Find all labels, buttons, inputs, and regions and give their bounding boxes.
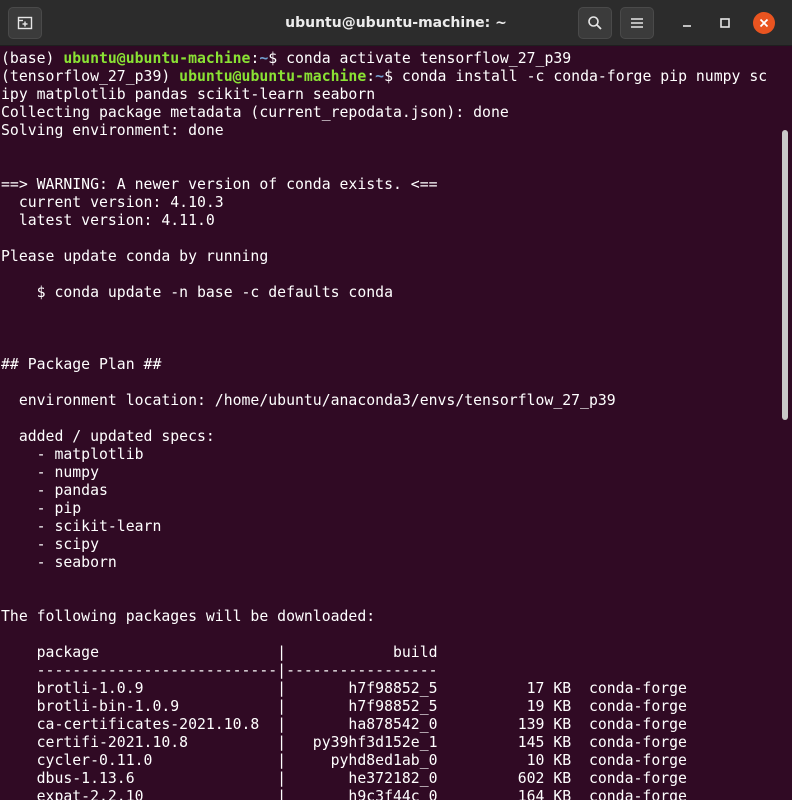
output-line: - scipy <box>1 536 99 553</box>
output-line: Collecting package metadata (current_rep… <box>1 104 509 121</box>
output-line: - scikit-learn <box>1 518 162 535</box>
output-line: cycler-0.11.0 | pyhd8ed1ab_0 10 KB conda… <box>1 752 687 769</box>
search-icon <box>588 16 602 30</box>
prompt-command: $ conda activate tensorflow_27_p39 <box>268 50 572 67</box>
output-line: - matplotlib <box>1 446 144 463</box>
output-line: The following packages will be downloade… <box>1 608 376 625</box>
output-line: ==> WARNING: A newer version of conda ex… <box>1 176 438 193</box>
prompt-line: (tensorflow_27_p39) ubuntu@ubuntu-machin… <box>1 68 767 86</box>
hamburger-menu-icon <box>631 18 643 28</box>
close-icon <box>759 18 769 28</box>
prompt-command: $ conda install -c conda-forge pip numpy… <box>384 68 768 85</box>
output-line: brotli-1.0.9 | h7f98852_5 17 KB conda-fo… <box>1 680 687 697</box>
terminal-output[interactable]: (base) ubuntu@ubuntu-machine:~$ conda ac… <box>0 46 780 800</box>
window-title: ubuntu@ubuntu-machine: ~ <box>285 15 507 31</box>
prompt-line: (base) ubuntu@ubuntu-machine:~$ conda ac… <box>1 50 571 68</box>
output-line: environment location: /home/ubuntu/anaco… <box>1 392 616 409</box>
output-line: ipy matplotlib pandas scikit-learn seabo… <box>1 86 376 103</box>
prompt-user-host: ubuntu@ubuntu-machine <box>63 50 251 67</box>
output-line: - seaborn <box>1 554 117 571</box>
minimize-icon <box>683 25 691 27</box>
output-line: $ conda update -n base -c defaults conda <box>1 284 393 301</box>
close-button[interactable] <box>753 12 775 34</box>
output-line: ca-certificates-2021.10.8 | ha878542_0 1… <box>1 716 687 733</box>
output-line: Please update conda by running <box>1 248 269 265</box>
output-line: latest version: 4.11.0 <box>1 212 215 229</box>
output-line: - pandas <box>1 482 108 499</box>
prompt-path: ~ <box>375 68 385 85</box>
prompt-env: (tensorflow_27_p39) <box>1 68 180 85</box>
title-bar: ubuntu@ubuntu-machine: ~ <box>0 0 792 46</box>
output-line: brotli-bin-1.0.9 | h7f98852_5 19 KB cond… <box>1 698 687 715</box>
maximize-button[interactable] <box>714 12 736 34</box>
output-line: certifi-2021.10.8 | py39hf3d152e_1 145 K… <box>1 734 687 751</box>
output-line: Solving environment: done <box>1 122 224 139</box>
search-button[interactable] <box>578 7 612 39</box>
scrollbar-thumb[interactable] <box>782 130 788 420</box>
output-line: current version: 4.10.3 <box>1 194 224 211</box>
output-line: - numpy <box>1 464 99 481</box>
scrollbar[interactable] <box>780 46 792 800</box>
output-line: added / updated specs: <box>1 428 215 445</box>
minimize-button[interactable] <box>676 12 698 34</box>
output-line: - pip <box>1 500 82 517</box>
new-tab-button[interactable] <box>8 7 42 39</box>
maximize-icon <box>720 18 730 28</box>
output-line: ## Package Plan ## <box>1 356 162 373</box>
output-line: dbus-1.13.6 | he372182_0 602 KB conda-fo… <box>1 770 687 787</box>
menu-button[interactable] <box>620 7 654 39</box>
output-line: ---------------------------|------------… <box>1 662 438 679</box>
prompt-env: (base) <box>1 50 64 67</box>
output-line: package | build <box>1 644 438 661</box>
new-tab-icon <box>17 16 33 30</box>
prompt-path: ~ <box>259 50 269 67</box>
output-line: expat-2.2.10 | h9c3f44c_0 164 KB conda-f… <box>1 788 687 800</box>
prompt-colon: : <box>366 68 376 85</box>
prompt-user-host: ubuntu@ubuntu-machine <box>179 68 367 85</box>
